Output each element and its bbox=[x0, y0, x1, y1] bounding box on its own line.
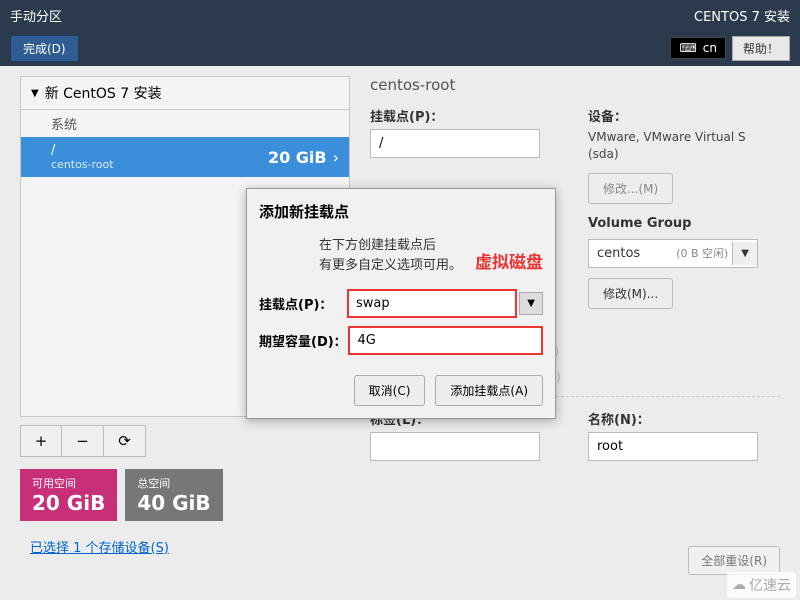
help-button[interactable]: 帮助！ bbox=[732, 36, 790, 61]
cancel-button[interactable]: 取消(C) bbox=[354, 375, 426, 406]
watermark: ☁ 亿速云 bbox=[727, 572, 796, 598]
modify-vg-button[interactable]: 修改(M)... bbox=[588, 278, 673, 309]
label-input[interactable] bbox=[370, 432, 540, 461]
total-space-box: 总空间 40 GiB bbox=[125, 469, 222, 521]
done-button[interactable]: 完成(D) bbox=[10, 35, 79, 62]
modify-device-button[interactable]: 修改...(M) bbox=[588, 173, 673, 204]
system-group-label: 系统 bbox=[21, 110, 349, 137]
chevron-down-icon[interactable]: ▼ bbox=[519, 292, 543, 315]
volume-group-select[interactable]: centos (0 B 空闲) ▼ bbox=[588, 239, 758, 268]
encrypt-suffix: (E) bbox=[540, 344, 780, 358]
name-input[interactable] bbox=[588, 432, 758, 461]
installer-title: CENTOS 7 安装 bbox=[694, 6, 790, 25]
chevron-down-icon: ▼ bbox=[732, 242, 757, 265]
page-title: 手动分区 bbox=[10, 6, 62, 25]
partition-detail-title: centos-root bbox=[370, 76, 780, 94]
cloud-icon: ☁ bbox=[732, 577, 746, 593]
dialog-mount-point-input[interactable] bbox=[349, 291, 515, 316]
dialog-title: 添加新挂载点 bbox=[259, 201, 543, 222]
mount-point-input[interactable] bbox=[370, 129, 540, 158]
remove-partition-button[interactable]: − bbox=[62, 425, 104, 457]
add-mount-point-button[interactable]: 添加挂载点(A) bbox=[435, 375, 543, 406]
dialog-mount-point-label: 挂载点(P)： bbox=[259, 294, 347, 313]
partition-item-root[interactable]: / centos-root 20 GiB › bbox=[21, 137, 349, 177]
dialog-capacity-input[interactable] bbox=[350, 328, 541, 353]
device-label: 设备： bbox=[588, 106, 780, 125]
keyboard-layout-indicator[interactable]: ⌨ cn bbox=[670, 37, 726, 59]
available-space-box: 可用空间 20 GiB bbox=[20, 469, 117, 521]
add-mount-point-dialog: 添加新挂载点 在下方创建挂载点后 有更多自定义选项可用。 挂载点(P)： ▼ 期… bbox=[246, 188, 556, 419]
chevron-down-icon: ▼ bbox=[31, 88, 39, 99]
reload-button[interactable]: ⟳ bbox=[104, 425, 146, 457]
name-field-label: 名称(N)： bbox=[588, 409, 780, 428]
dialog-capacity-label: 期望容量(D)： bbox=[259, 331, 348, 350]
volume-group-label: Volume Group bbox=[588, 216, 780, 231]
format-suffix: (O) bbox=[540, 370, 780, 384]
chevron-right-icon: › bbox=[333, 148, 339, 167]
keyboard-icon: ⌨ bbox=[679, 41, 696, 55]
add-partition-button[interactable]: + bbox=[20, 425, 62, 457]
reset-all-button[interactable]: 全部重设(R) bbox=[688, 546, 780, 575]
storage-devices-link[interactable]: 已选择 1 个存储设备(S) bbox=[30, 537, 350, 556]
mount-point-label: 挂载点(P)： bbox=[370, 106, 562, 125]
install-group-header[interactable]: ▼ 新 CentOS 7 安装 bbox=[20, 76, 350, 110]
device-description: VMware, VMware Virtual S (sda) bbox=[588, 129, 780, 163]
annotation-text: 虚拟磁盘 bbox=[475, 248, 543, 273]
